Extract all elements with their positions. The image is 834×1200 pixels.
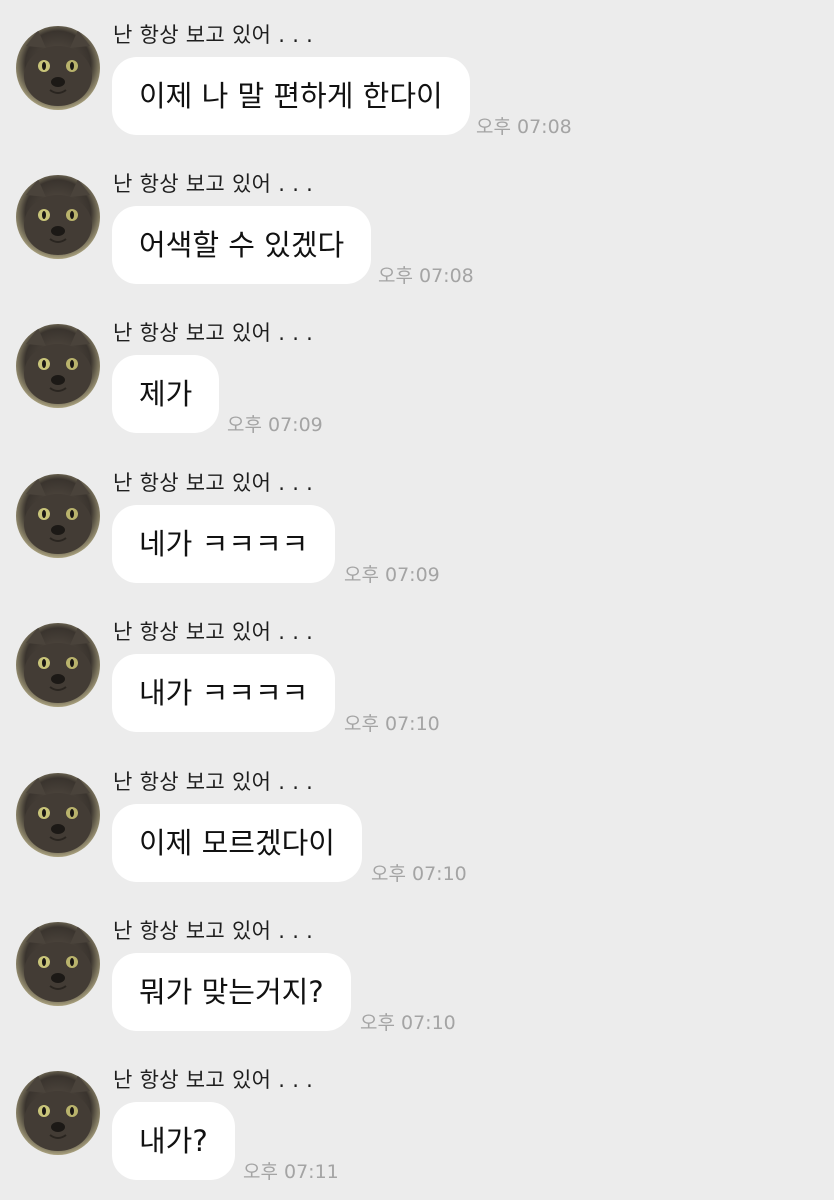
message-timestamp: 오후 07:09 [227, 414, 323, 436]
message-timestamp: 오후 07:10 [360, 1012, 456, 1034]
message-bubble[interactable]: 내가 ㅋㅋㅋㅋ [112, 654, 336, 732]
message-bubble[interactable]: 제가 [112, 355, 220, 433]
chat-message: 난 항상 보고 있어 . . . 제가 오후 07:09 [0, 321, 834, 464]
sender-name: 난 항상 보고 있어 . . . [113, 770, 314, 794]
chat-message: 난 항상 보고 있어 . . . 이제 모르겠다이 오후 07:10 [0, 770, 834, 913]
message-timestamp: 오후 07:11 [243, 1161, 339, 1183]
sender-avatar-cat-icon[interactable] [16, 324, 100, 408]
message-timestamp: 오후 07:10 [344, 713, 440, 735]
sender-name: 난 항상 보고 있어 . . . [113, 620, 314, 644]
chat-message: 난 항상 보고 있어 . . . 이제 나 말 편하게 한다이 오후 07:08 [0, 23, 834, 166]
chat-message: 난 항상 보고 있어 . . . 내가 ㅋㅋㅋㅋ 오후 07:10 [0, 620, 834, 763]
sender-name: 난 항상 보고 있어 . . . [113, 471, 314, 495]
message-bubble[interactable]: 이제 나 말 편하게 한다이 [112, 57, 470, 135]
message-timestamp: 오후 07:10 [371, 863, 467, 885]
sender-avatar-cat-icon[interactable] [16, 1071, 100, 1155]
message-bubble[interactable]: 뭐가 맞는거지? [112, 953, 351, 1031]
chat-message-list[interactable]: 난 항상 보고 있어 . . . 이제 나 말 편하게 한다이 오후 07:08… [0, 0, 834, 1200]
chat-message: 난 항상 보고 있어 . . . 내가? 오후 07:11 [0, 1068, 834, 1200]
sender-name: 난 항상 보고 있어 . . . [113, 23, 314, 47]
message-bubble[interactable]: 이제 모르겠다이 [112, 804, 362, 882]
message-timestamp: 오후 07:09 [344, 564, 440, 586]
message-bubble[interactable]: 네가 ㅋㅋㅋㅋ [112, 505, 336, 583]
chat-message: 난 항상 보고 있어 . . . 어색할 수 있겠다 오후 07:08 [0, 172, 834, 315]
sender-avatar-cat-icon[interactable] [16, 474, 100, 558]
message-bubble[interactable]: 내가? [112, 1102, 235, 1180]
sender-avatar-cat-icon[interactable] [16, 922, 100, 1006]
chat-message: 난 항상 보고 있어 . . . 네가 ㅋㅋㅋㅋ 오후 07:09 [0, 471, 834, 614]
sender-avatar-cat-icon[interactable] [16, 175, 100, 259]
chat-message: 난 항상 보고 있어 . . . 뭐가 맞는거지? 오후 07:10 [0, 919, 834, 1062]
sender-name: 난 항상 보고 있어 . . . [113, 919, 314, 943]
sender-avatar-cat-icon[interactable] [16, 623, 100, 707]
sender-avatar-cat-icon[interactable] [16, 26, 100, 110]
sender-avatar-cat-icon[interactable] [16, 773, 100, 857]
message-timestamp: 오후 07:08 [476, 116, 572, 138]
sender-name: 난 항상 보고 있어 . . . [113, 1068, 314, 1092]
sender-name: 난 항상 보고 있어 . . . [113, 172, 314, 196]
sender-name: 난 항상 보고 있어 . . . [113, 321, 314, 345]
message-bubble[interactable]: 어색할 수 있겠다 [112, 206, 372, 284]
message-timestamp: 오후 07:08 [378, 265, 474, 287]
